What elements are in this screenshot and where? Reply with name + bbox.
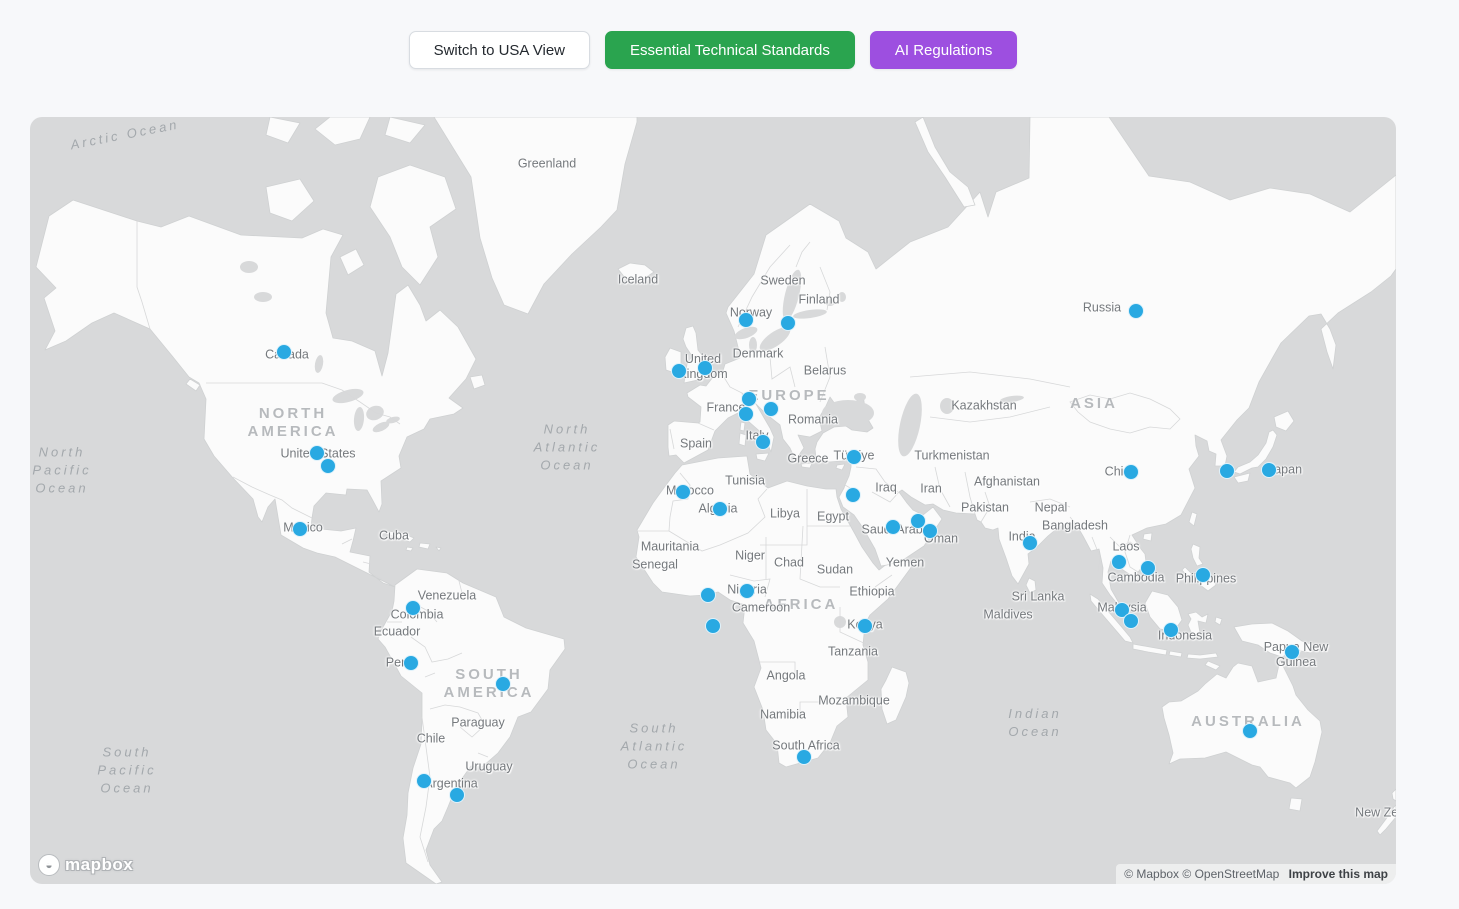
map-marker-kenya[interactable]: [857, 618, 873, 634]
ai-regulations-button[interactable]: AI Regulations: [870, 31, 1018, 69]
switch-usa-view-button[interactable]: Switch to USA View: [409, 31, 590, 69]
map-marker-brazil[interactable]: [495, 676, 511, 692]
map-marker-turkiye[interactable]: [846, 449, 862, 465]
map-marker-russia[interactable]: [1128, 303, 1144, 319]
world-map-svg: [30, 117, 1396, 884]
mapbox-logo[interactable]: ◒ mapbox: [38, 854, 133, 876]
map-marker-usa-central[interactable]: [320, 458, 336, 474]
map-marker-norway[interactable]: [738, 312, 754, 328]
map-marker-argentina[interactable]: [449, 787, 465, 803]
map-marker-united-kingdom[interactable]: [697, 360, 713, 376]
map-marker-south-korea[interactable]: [1219, 463, 1235, 479]
map-marker-gabon[interactable]: [705, 618, 721, 634]
toolbar: Switch to USA View Essential Technical S…: [30, 31, 1396, 69]
map-marker-netherlands[interactable]: [741, 391, 757, 407]
map-marker-japan[interactable]: [1261, 462, 1277, 478]
map-marker-singapore[interactable]: [1123, 613, 1139, 629]
map-marker-mexico[interactable]: [292, 521, 308, 537]
map-attribution: © Mapbox © OpenStreetMap Improve this ma…: [1116, 864, 1396, 884]
map-marker-saudi-arabia[interactable]: [885, 519, 901, 535]
map-marker-switzerland[interactable]: [738, 406, 754, 422]
map-marker-papua-new-guinea[interactable]: [1284, 644, 1300, 660]
map-marker-morocco[interactable]: [675, 484, 691, 500]
attribution-mapbox-link[interactable]: © Mapbox: [1124, 867, 1179, 881]
map-marker-sweden[interactable]: [780, 315, 796, 331]
map-marker-vietnam[interactable]: [1140, 560, 1156, 576]
map-marker-germany[interactable]: [763, 401, 779, 417]
map-marker-thailand[interactable]: [1111, 554, 1127, 570]
map-marker-india[interactable]: [1022, 535, 1038, 551]
map-marker-peru[interactable]: [403, 655, 419, 671]
world-map-canvas[interactable]: Arctic OceanNorthPacificOceanNorthAtlant…: [30, 117, 1396, 884]
map-marker-canada[interactable]: [276, 344, 292, 360]
mapbox-logo-icon: ◒: [38, 854, 60, 876]
mapbox-logo-wordmark: mapbox: [65, 855, 133, 875]
attribution-improve-link[interactable]: Improve this map: [1289, 867, 1388, 881]
attribution-osm-link[interactable]: © OpenStreetMap: [1182, 867, 1279, 881]
map-marker-uae[interactable]: [922, 523, 938, 539]
map-marker-ghana[interactable]: [700, 587, 716, 603]
map-marker-italy[interactable]: [755, 434, 771, 450]
map-marker-china[interactable]: [1123, 464, 1139, 480]
map-marker-algeria[interactable]: [712, 501, 728, 517]
map-marker-nigeria[interactable]: [739, 583, 755, 599]
map-marker-philippines[interactable]: [1195, 567, 1211, 583]
essential-technical-standards-button[interactable]: Essential Technical Standards: [605, 31, 855, 69]
map-marker-colombia[interactable]: [405, 600, 421, 616]
map-marker-ireland[interactable]: [671, 363, 687, 379]
map-marker-israel[interactable]: [845, 487, 861, 503]
map-marker-indonesia[interactable]: [1163, 622, 1179, 638]
map-marker-australia[interactable]: [1242, 723, 1258, 739]
map-marker-chile[interactable]: [416, 773, 432, 789]
map-marker-south-africa[interactable]: [796, 749, 812, 765]
